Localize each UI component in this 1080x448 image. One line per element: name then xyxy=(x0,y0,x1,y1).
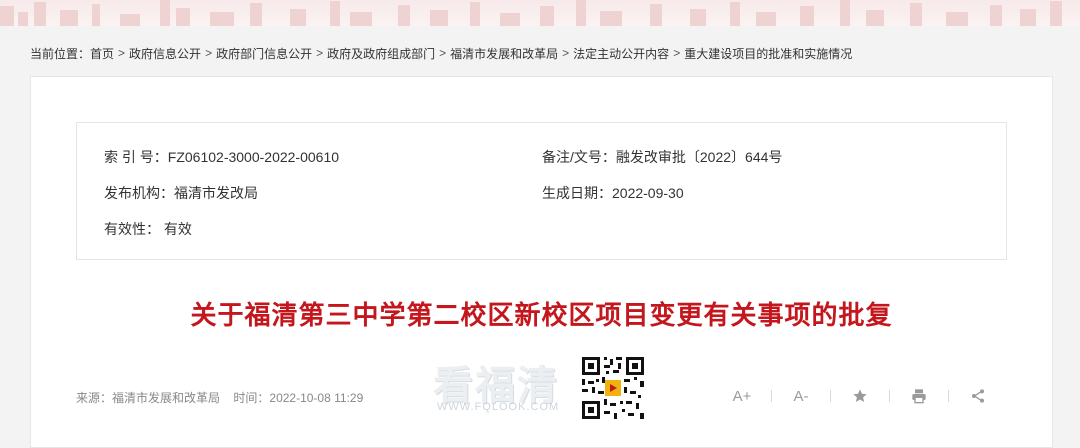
toolbar-divider xyxy=(771,390,772,402)
article-toolbar: A+ A- xyxy=(721,383,999,409)
meta-publisher: 发布机构：福清市发改局 xyxy=(104,183,258,203)
meta-doc-number-value: 融发改审批〔2022〕644号 xyxy=(615,149,783,165)
share-icon xyxy=(972,389,984,403)
top-banner xyxy=(0,0,1080,26)
breadcrumb-dept-info[interactable]: 政府部门信息公开 xyxy=(216,45,312,62)
meta-date: 生成日期：2022-09-30 xyxy=(542,183,684,203)
toolbar-divider xyxy=(889,390,890,402)
meta-publisher-label: 发布机构： xyxy=(104,185,174,201)
source-label: 来源： xyxy=(76,391,113,405)
meta-validity-label: 有效性： xyxy=(104,221,160,237)
time-label: 时间： xyxy=(233,391,270,405)
breadcrumb-statutory[interactable]: 法定主动公开内容 xyxy=(573,45,669,62)
content-card: 索 引 号：FZ06102-3000-2022-00610 备注/文号：融发改审… xyxy=(30,76,1053,448)
breadcrumb-separator: > xyxy=(439,46,447,60)
article-title: 关于福清第三中学第二校区新校区项目变更有关事项的批复 xyxy=(190,301,893,331)
breadcrumb-prefix: 当前位置： xyxy=(30,46,91,61)
favorite-button[interactable] xyxy=(839,383,881,409)
breadcrumb: 当前位置： 首页 > 政府信息公开 > 政府部门信息公开 > 政府及政府组成部门… xyxy=(30,45,852,61)
breadcrumb-separator: > xyxy=(205,46,213,60)
meta-doc-number-label: 备注/文号： xyxy=(542,149,616,165)
toolbar-divider xyxy=(948,390,949,402)
meta-index-label: 索 引 号： xyxy=(104,149,168,165)
breadcrumb-gov-info[interactable]: 政府信息公开 xyxy=(129,45,201,62)
meta-validity-value: 有效 xyxy=(160,221,192,237)
meta-publisher-value: 福清市发改局 xyxy=(174,185,258,201)
meta-date-label: 生成日期： xyxy=(542,185,612,201)
toolbar-divider xyxy=(830,390,831,402)
metadata-box: 索 引 号：FZ06102-3000-2022-00610 备注/文号：融发改审… xyxy=(76,122,1007,260)
breadcrumb-separator: > xyxy=(562,46,570,60)
meta-index: 索 引 号：FZ06102-3000-2022-00610 xyxy=(104,147,339,167)
source-value: 福清市发展和改革局 xyxy=(112,391,221,405)
skyline-decoration xyxy=(0,0,1062,26)
breadcrumb-home[interactable]: 首页 xyxy=(90,45,114,62)
breadcrumb-current[interactable]: 重大建设项目的批准和实施情况 xyxy=(684,45,852,62)
font-increase-label: A+ xyxy=(732,387,752,405)
meta-date-value: 2022-09-30 xyxy=(612,185,684,201)
breadcrumb-separator: > xyxy=(316,46,324,60)
fqlook-watermark: 看福清 WWW.FQLOOK.COM xyxy=(431,353,581,423)
printer-icon xyxy=(912,389,926,404)
meta-validity: 有效性： 有效 xyxy=(104,219,192,239)
font-decrease-button[interactable]: A- xyxy=(780,383,822,409)
qr-code xyxy=(580,355,646,421)
share-button[interactable] xyxy=(957,383,999,409)
breadcrumb-separator: > xyxy=(673,46,681,60)
breadcrumb-separator: > xyxy=(118,46,126,60)
watermark-url: WWW.FQLOOK.COM xyxy=(437,401,560,413)
print-button[interactable] xyxy=(898,383,940,409)
breadcrumb-gov-depts[interactable]: 政府及政府组成部门 xyxy=(327,45,435,62)
font-decrease-label: A- xyxy=(793,387,809,405)
article-source-line: 来源：福清市发展和改革局 时间：2022-10-08 11:29 xyxy=(76,389,363,406)
font-increase-button[interactable]: A+ xyxy=(721,383,763,409)
breadcrumb-bureau[interactable]: 福清市发展和改革局 xyxy=(450,45,558,62)
meta-index-value: FZ06102-3000-2022-00610 xyxy=(167,149,340,165)
time-value: 2022-10-08 11:29 xyxy=(269,391,364,405)
star-icon xyxy=(853,389,867,402)
meta-doc-number: 备注/文号：融发改审批〔2022〕644号 xyxy=(542,147,782,167)
